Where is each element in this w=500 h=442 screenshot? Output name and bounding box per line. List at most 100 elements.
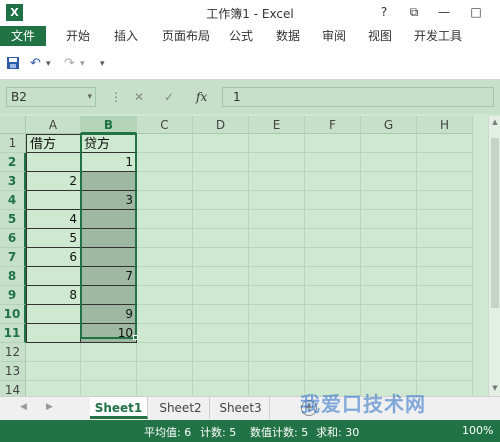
cell-d11[interactable] (193, 324, 249, 343)
cell-c6[interactable] (137, 229, 193, 248)
cell-b3[interactable] (81, 172, 137, 191)
sheet-tab-sheet1[interactable]: Sheet1 (90, 397, 148, 419)
cell-h10[interactable] (417, 305, 473, 324)
tab-review[interactable]: 审阅 (322, 26, 346, 46)
row-header-11[interactable]: 11 (0, 324, 26, 343)
cell-d12[interactable] (193, 343, 249, 362)
tab-developer[interactable]: 开发工具 (414, 26, 462, 46)
cell-d6[interactable] (193, 229, 249, 248)
cell-g11[interactable] (361, 324, 417, 343)
undo-dropdown-icon[interactable]: ▾ (46, 59, 51, 69)
previous-sheet-icon[interactable]: ◀ (20, 402, 27, 412)
column-header-g[interactable]: G (361, 116, 417, 134)
cell-e9[interactable] (249, 286, 305, 305)
vertical-scrollbar[interactable]: ▲ ▼ (488, 116, 500, 396)
cell-a6[interactable]: 5 (26, 229, 81, 248)
cell-b7[interactable] (81, 248, 137, 267)
cell-c12[interactable] (137, 343, 193, 362)
insert-function-icon[interactable]: fx (196, 87, 207, 107)
cell-g9[interactable] (361, 286, 417, 305)
cell-a8[interactable] (26, 267, 81, 286)
cell-g1[interactable] (361, 134, 417, 153)
redo-icon[interactable]: ↷ (64, 56, 75, 71)
scroll-up-icon[interactable]: ▲ (489, 118, 500, 126)
column-header-f[interactable]: F (305, 116, 361, 134)
sheet-tab-sheet3[interactable]: Sheet3 (212, 397, 270, 419)
column-header-c[interactable]: C (137, 116, 193, 134)
cell-e10[interactable] (249, 305, 305, 324)
cell-f6[interactable] (305, 229, 361, 248)
cell-c3[interactable] (137, 172, 193, 191)
new-sheet-button[interactable]: + (301, 400, 317, 416)
scroll-thumb[interactable] (491, 138, 499, 308)
cell-a3[interactable]: 2 (26, 172, 81, 191)
row-header-10[interactable]: 10 (0, 305, 26, 324)
row-header-4[interactable]: 4 (0, 191, 26, 210)
cell-h4[interactable] (417, 191, 473, 210)
cell-g10[interactable] (361, 305, 417, 324)
cell-e13[interactable] (249, 362, 305, 381)
row-header-6[interactable]: 6 (0, 229, 26, 248)
tab-page-layout[interactable]: 页面布局 (162, 26, 210, 46)
cell-a7[interactable]: 6 (26, 248, 81, 267)
cancel-icon[interactable]: ✕ (134, 87, 144, 107)
row-header-9[interactable]: 9 (0, 286, 26, 305)
cell-c7[interactable] (137, 248, 193, 267)
cell-a9[interactable]: 8 (26, 286, 81, 305)
confirm-icon[interactable]: ✓ (164, 87, 174, 107)
cell-h5[interactable] (417, 210, 473, 229)
cell-a1[interactable]: 借方 (26, 134, 81, 153)
cell-b8[interactable]: 7 (81, 267, 137, 286)
cell-f4[interactable] (305, 191, 361, 210)
cell-h12[interactable] (417, 343, 473, 362)
cell-g6[interactable] (361, 229, 417, 248)
name-box-dropdown-icon[interactable]: ▾ (87, 88, 92, 106)
tab-data[interactable]: 数据 (276, 26, 300, 46)
name-box[interactable]: B2 ▾ (6, 87, 96, 107)
cell-f5[interactable] (305, 210, 361, 229)
cell-h7[interactable] (417, 248, 473, 267)
cell-b11[interactable]: 10 (81, 324, 137, 343)
cell-c9[interactable] (137, 286, 193, 305)
cell-d10[interactable] (193, 305, 249, 324)
cell-g5[interactable] (361, 210, 417, 229)
help-button[interactable]: ? (374, 3, 394, 21)
cell-f1[interactable] (305, 134, 361, 153)
cell-b12[interactable] (81, 343, 137, 362)
cell-d9[interactable] (193, 286, 249, 305)
cell-d3[interactable] (193, 172, 249, 191)
cell-h9[interactable] (417, 286, 473, 305)
column-header-b[interactable]: B (81, 116, 137, 134)
redo-dropdown-icon[interactable]: ▾ (80, 59, 85, 69)
cell-h8[interactable] (417, 267, 473, 286)
tab-file[interactable]: 文件 (0, 26, 46, 46)
ribbon-display-options-icon[interactable]: ⧉ (404, 3, 424, 21)
row-header-13[interactable]: 13 (0, 362, 26, 381)
column-header-e[interactable]: E (249, 116, 305, 134)
cell-g12[interactable] (361, 343, 417, 362)
cell-e1[interactable] (249, 134, 305, 153)
cell-e12[interactable] (249, 343, 305, 362)
cell-e11[interactable] (249, 324, 305, 343)
cell-c8[interactable] (137, 267, 193, 286)
cell-g7[interactable] (361, 248, 417, 267)
row-header-7[interactable]: 7 (0, 248, 26, 267)
cell-b9[interactable] (81, 286, 137, 305)
cell-f12[interactable] (305, 343, 361, 362)
cell-d2[interactable] (193, 153, 249, 172)
cell-f8[interactable] (305, 267, 361, 286)
formula-input[interactable]: 1 (222, 87, 494, 107)
scroll-down-icon[interactable]: ▼ (489, 384, 500, 392)
formula-bar-splitter-icon[interactable]: ⋮ (110, 87, 122, 107)
cell-f9[interactable] (305, 286, 361, 305)
cell-b5[interactable] (81, 210, 137, 229)
cell-d8[interactable] (193, 267, 249, 286)
cell-h2[interactable] (417, 153, 473, 172)
cell-h1[interactable] (417, 134, 473, 153)
cell-f11[interactable] (305, 324, 361, 343)
cell-g2[interactable] (361, 153, 417, 172)
cell-e7[interactable] (249, 248, 305, 267)
cell-b13[interactable] (81, 362, 137, 381)
cell-b2[interactable]: 1 (81, 153, 137, 172)
row-header-2[interactable]: 2 (0, 153, 26, 172)
